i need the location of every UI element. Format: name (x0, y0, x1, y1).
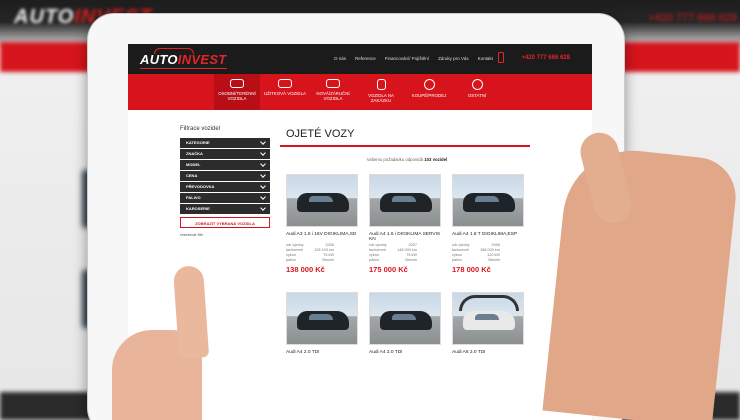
nav-item-references[interactable]: Reference (355, 56, 376, 61)
car-photo[interactable] (452, 291, 524, 345)
site-logo[interactable]: AUTOINVEST (140, 48, 227, 69)
filter-fuel[interactable]: PALIVO (180, 193, 270, 203)
category-passenger[interactable]: OSOBNÍ/TERÉNNÍ VOZIDLA (214, 74, 260, 110)
car-card[interactable]: Audi A3 1.6 i 16V DIGIKLIMA,SD rok výrob… (286, 173, 358, 274)
main-content: OJETÉ VOZY Vašemu požadavku odpovídá 103… (280, 126, 534, 361)
car-photo[interactable] (286, 291, 358, 345)
show-selected-button[interactable]: ZOBRAZIT VYBRANÁ VOZIDLA (180, 216, 270, 228)
van-icon (278, 79, 292, 88)
car-name[interactable]: Audi A4 1.6 i DIGIKLIMA SERVIS KN (369, 232, 441, 243)
car-name[interactable]: Audi A6 2.0 TDI (452, 350, 524, 361)
category-buy-sell[interactable]: KOUPĚ/PRODEJ (406, 74, 452, 110)
spec-row: palivo Benzin (452, 257, 500, 262)
car-image (463, 192, 515, 212)
logo-underline (140, 67, 227, 69)
car-name[interactable]: Audi A4 2.0 TDI (286, 350, 358, 361)
category-commercial[interactable]: UŽITKOVÁ VOZIDLA (262, 74, 308, 110)
top-nav: O nás Reference Financování/ Pojištění Z… (334, 56, 493, 61)
car-name[interactable]: Audi A3 1.6 i 16V DIGIKLIMA,SD (286, 232, 358, 243)
car-icon (230, 79, 244, 88)
filter-brand[interactable]: ZNAČKA (180, 149, 270, 159)
car-name[interactable]: Audi A4 1.8 T DIGIKLIMA,ESP (452, 232, 524, 243)
car-photo[interactable] (452, 173, 524, 227)
logo-arc (154, 48, 194, 54)
car-name[interactable]: Audi A4 2.0 TDI (369, 350, 441, 361)
calculator-icon (376, 79, 386, 90)
car-image (380, 192, 432, 212)
category-other[interactable]: OSTATNÍ (454, 74, 500, 110)
car-price: 178 000 Kč (452, 264, 491, 274)
car-card[interactable]: Audi A6 2.0 TDI (452, 291, 524, 361)
right-hand (542, 143, 740, 420)
header-phone[interactable]: +420 777 666 628 (521, 55, 570, 61)
car-card[interactable]: Audi A4 2.0 TDI (286, 291, 358, 361)
car-image (297, 192, 349, 212)
category-custom[interactable]: VOZIDLA NA ZAKÁZKU (358, 74, 404, 110)
car-grid: Audi A3 1.6 i 16V DIGIKLIMA,SD rok výrob… (280, 173, 534, 361)
key-icon (423, 79, 435, 90)
car-price: 138 000 Kč (286, 264, 325, 274)
nav-item-about[interactable]: O nás (334, 56, 346, 61)
filter-price[interactable]: CENA (180, 171, 270, 181)
result-count: Vašemu požadavku odpovídá 103 vozidel (366, 156, 448, 162)
car-card[interactable]: Audi A4 2.0 TDI (369, 291, 441, 361)
filter-gearbox[interactable]: PŘEVODOVKA (180, 182, 270, 192)
filter-body[interactable]: KAROSERIE (180, 204, 270, 214)
category-new[interactable]: NOVÁ/ZÁRUČNÍ VOZIDLA (310, 74, 356, 110)
filter-sidebar: Filtrace vozidel KATEGORIE ZNAČKA MODEL … (180, 126, 270, 237)
car-card[interactable]: Audi A4 1.8 T DIGIKLIMA,ESP rok výroby 20… (452, 173, 524, 274)
car-price: 175 000 Kč (369, 264, 408, 274)
car-photo[interactable] (369, 173, 441, 227)
site-header: AUTOINVEST O nás Reference Financování/ … (128, 44, 592, 74)
new-car-icon (326, 79, 340, 88)
spec-row: palivo Benzin (286, 257, 334, 262)
page-title: OJETÉ VOZY (286, 128, 355, 140)
nav-item-contact[interactable]: Kontakt (478, 56, 493, 61)
title-divider (280, 145, 530, 147)
spec-row: palivo Benzin (369, 257, 417, 262)
nav-item-warranty[interactable]: Záruky pro Vás (438, 56, 469, 61)
background-phone: +420 777 666 628 (648, 12, 738, 24)
showroom-tent (459, 294, 519, 311)
car-photo[interactable] (286, 173, 358, 227)
filter-model[interactable]: MODEL (180, 160, 270, 170)
car-photo[interactable] (369, 291, 441, 345)
car-image (380, 310, 432, 330)
car-image (463, 310, 515, 330)
category-band: OSOBNÍ/TERÉNNÍ VOZIDLA UŽITKOVÁ VOZIDLA … (128, 74, 592, 110)
filter-category[interactable]: KATEGORIE (180, 138, 270, 148)
car-image (297, 310, 349, 330)
left-index-finger (172, 265, 210, 359)
phone-icon (498, 52, 504, 63)
filter-title: Filtrace vozidel (180, 126, 221, 132)
car-card[interactable]: Audi A4 1.6 i DIGIKLIMA SERVIS KN rok vý… (369, 173, 441, 274)
wheel-icon (471, 79, 483, 90)
nav-item-financing[interactable]: Financování/ Pojištění (385, 56, 429, 61)
reset-filter-link[interactable]: resetovat filtr (180, 232, 270, 237)
